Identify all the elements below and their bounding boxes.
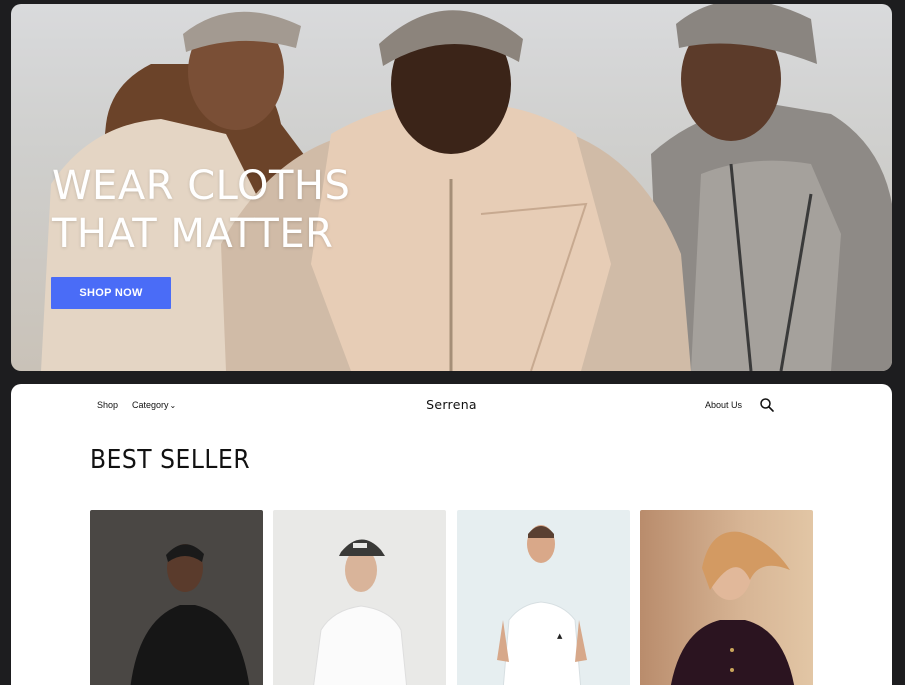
- nav-about-link[interactable]: About Us: [705, 400, 742, 410]
- product-card[interactable]: [640, 510, 813, 685]
- product-card[interactable]: ▲: [457, 510, 630, 685]
- hero-title-line-2: THAT MATTER: [52, 211, 334, 257]
- product-image: ▲: [497, 525, 587, 685]
- shop-now-button[interactable]: SHOP NOW: [51, 277, 171, 309]
- best-seller-title: BEST SELLER: [90, 445, 251, 475]
- hero-banner: WEAR CLOTHS THAT MATTER SHOP NOW: [11, 4, 892, 371]
- store-page: Shop Category⌄ Serrena About Us BEST SEL…: [11, 384, 892, 685]
- product-image: [313, 539, 408, 685]
- hero-title-line-1: WEAR CLOTHS: [52, 163, 351, 209]
- product-card[interactable]: [90, 510, 263, 685]
- svg-text:▲: ▲: [557, 632, 563, 640]
- product-card[interactable]: [273, 510, 446, 685]
- hero-title: WEAR CLOTHS THAT MATTER: [52, 162, 350, 258]
- product-image: [670, 531, 795, 685]
- product-image: [130, 544, 250, 685]
- search-icon[interactable]: [759, 397, 775, 413]
